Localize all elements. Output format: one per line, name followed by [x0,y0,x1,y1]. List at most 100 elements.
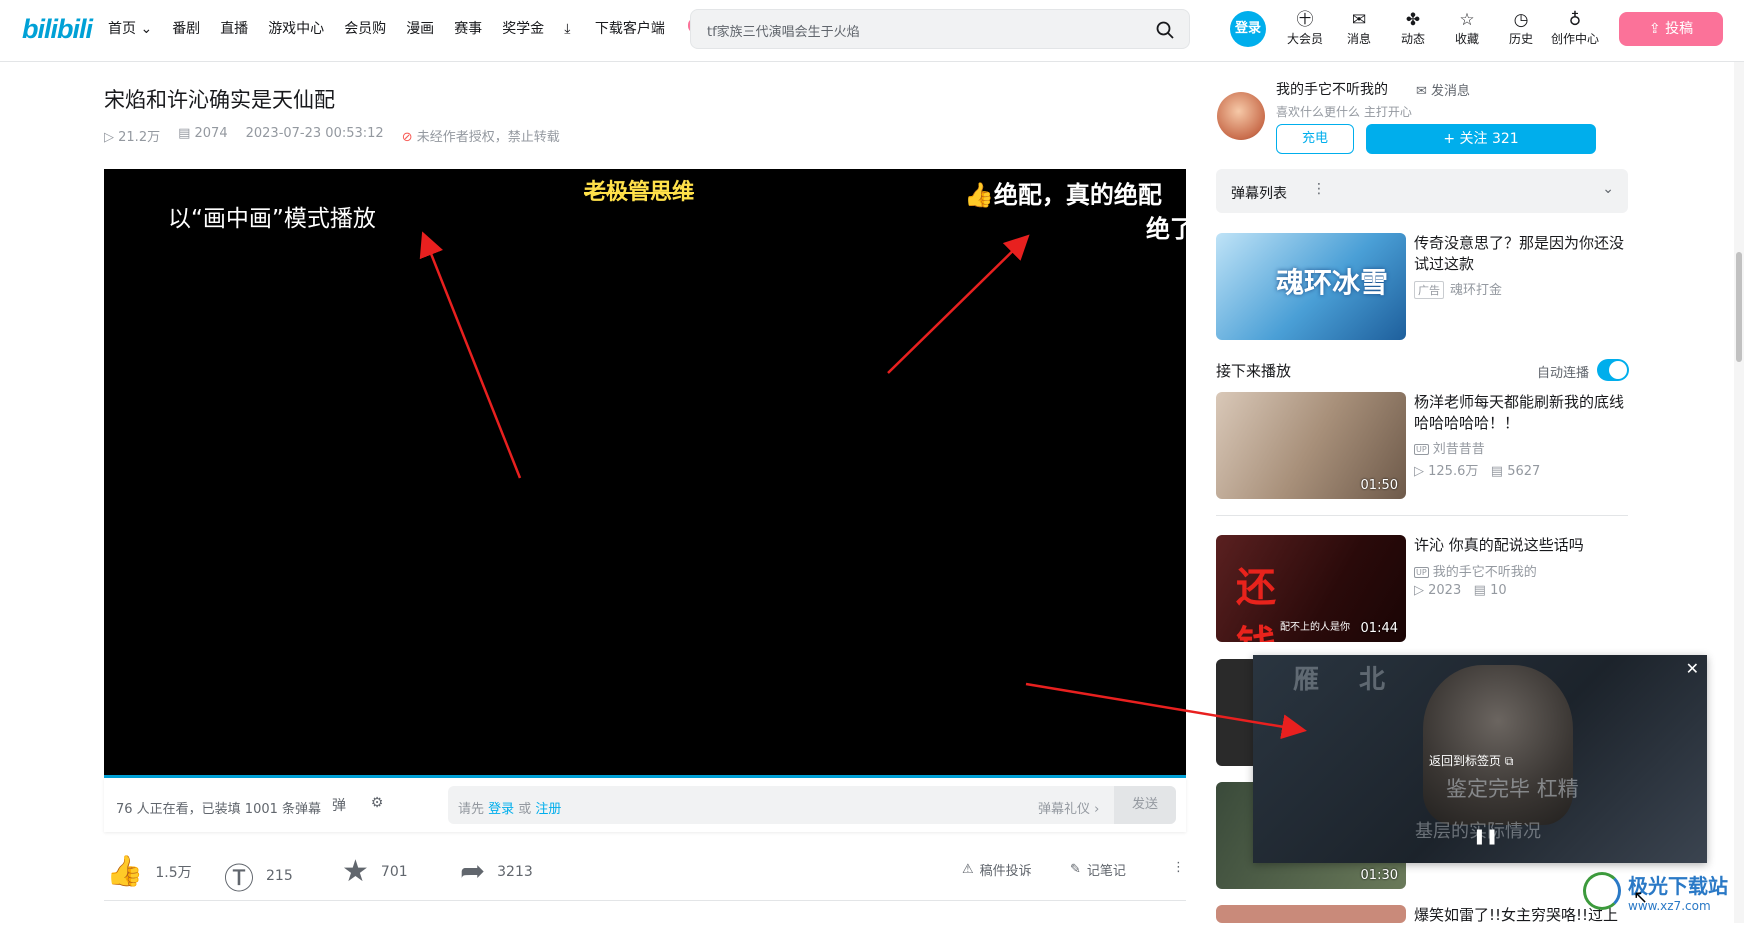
return-to-tab-button[interactable]: 返回到标签页 ⧉ [1429,752,1513,769]
nav-game[interactable]: 游戏中心 [268,18,324,38]
divider [1216,515,1628,516]
ad-card[interactable]: 魂环冰雪 传奇没意思了？那是因为你还没试过这款 广告 魂环打金 [1216,233,1628,340]
publish-date: 2023-07-23 00:53:12 [245,126,384,141]
danmaku-item: 老极管思维 [584,180,695,205]
list-item[interactable]: 还 钱 配不上的人是你 01:44 许沁 你真的配说这些话吗 UP我的手它不听我… [1216,535,1628,642]
nav-match[interactable]: 赛事 [454,18,482,38]
close-icon[interactable]: ✕ [1686,659,1699,678]
danmaku-count: ▤ 2074 [178,126,228,141]
share-button[interactable]: ➦ 3213 [460,854,533,889]
uploader-avatar[interactable] [1217,92,1265,140]
charge-button[interactable]: 充电 [1276,124,1354,154]
main-nav: 首页 ⌄ 番剧 直播 游戏中心 会员购 漫画 赛事 奖学金 ⤓ 下载客户端新 [108,18,743,38]
pause-icon[interactable]: ❚❚ [1473,827,1498,845]
search-box[interactable]: tf家族三代演唱会生于火焰 [690,9,1190,49]
video-player[interactable]: 以“画中画”模式播放 老极管思维 👍绝配，真的绝配 绝了 [104,169,1186,777]
note-button[interactable]: ✎ 记笔记 [1070,860,1126,879]
thumbs-up-icon: 👍 [106,854,144,889]
nav-manga[interactable]: 漫画 [406,18,434,38]
nav-shop[interactable]: 会员购 [344,18,386,38]
ad-title[interactable]: 传奇没意思了？那是因为你还没试过这款 [1414,233,1628,275]
view-count: ▷ 21.2万 [104,130,161,145]
history-button[interactable]: ◷ 历史 [1494,10,1548,47]
uploader-desc: 喜欢什么更什么 主打开心 [1276,105,1412,119]
video-thumbnail[interactable] [1216,905,1406,923]
danmaku-etiquette-link[interactable]: 弹幕礼仪 › [1038,798,1099,817]
danmaku-input[interactable]: 请先 登录 或 注册 弹幕礼仪 › 发送 [448,786,1176,824]
mouse-cursor-icon: ↖ [1633,887,1649,908]
top-navbar: bilibili 首页 ⌄ 番剧 直播 游戏中心 会员购 漫画 赛事 奖学金 ⤓… [0,0,1744,62]
ad-thumbnail[interactable]: 魂环冰雪 [1216,233,1406,340]
share-icon: ➦ [460,854,486,889]
message-icon: ✉ [1351,10,1367,30]
video-title-link[interactable]: 杨洋老师每天都能刷新我的底线哈哈哈哈哈！！ [1414,392,1628,434]
danmaku-send-bar: 76 人正在看，已装填 1001 条弹幕 弹 ⚙ 请先 登录 或 注册 弹幕礼仪… [104,778,1186,832]
nav-scholarship[interactable]: 奖学金 [502,18,544,38]
external-link-icon: ⧉ [1504,754,1514,768]
video-actions: 👍 1.5万 Ⓣ 215 ★ 701 ➦ 3213 ⚠ 稿件投诉 ✎ 记笔记 ⋮ [104,850,1186,897]
search-input[interactable]: tf家族三代演唱会生于火焰 [707,21,860,40]
login-button[interactable]: 登录 [1230,11,1266,47]
like-button[interactable]: 👍 1.5万 [106,854,192,889]
send-button[interactable]: 发送 [1114,786,1176,824]
more-icon[interactable]: ⋮ [1312,181,1326,197]
autoplay-toggle[interactable] [1597,359,1629,381]
login-link[interactable]: 登录 [488,802,514,817]
register-link[interactable]: 注册 [535,802,561,817]
creator-center-button[interactable]: ♁ 创作中心 [1548,10,1602,47]
nav-anime[interactable]: 番剧 [172,18,200,38]
autoplay-label: 自动连播 [1537,366,1590,381]
report-button[interactable]: ⚠ 稿件投诉 [962,860,1032,879]
uploader-link[interactable]: UP 刘昔昔昔 [1414,438,1485,457]
watching-info: 76 人正在看，已装填 1001 条弹幕 [116,802,322,817]
play-icon: ▷ [1414,583,1429,598]
download-icon: ⤓ [564,21,571,37]
vip-icon: ㊉ [1296,10,1314,30]
mail-icon: ✉ [1416,84,1432,99]
list-item[interactable]: 爆笑如雷了!!女主穷哭咯!!过上 [1216,905,1628,924]
danmaku-item: 👍绝配，真的绝配 [964,181,1162,209]
play-icon: ▷ [104,130,119,145]
dynamic-button[interactable]: ✤ 动态 [1386,10,1440,47]
danmaku-list-panel[interactable]: 弹幕列表 ⋮ ⌄ [1216,169,1628,213]
danmaku-icon: ▤ [1473,583,1491,598]
upload-button[interactable]: ⇪ 投稿 [1619,12,1723,46]
video-title-link[interactable]: 许沁 你真的配说这些话吗 [1414,535,1628,556]
video-meta: ▷ 21.2万 ▤ 2074 2023-07-23 00:53:12 ⊘ 未经作… [104,126,560,145]
mini-player[interactable]: 雁北 返回到标签页 ⧉ 鉴定完毕 杠精 基层的实际情况 ❚❚ ✕ [1253,655,1707,863]
star-icon: ☆ [1459,10,1475,30]
more-icon[interactable]: ⋮ [1172,860,1185,875]
video-stats: ▷ 125.6万 ▤ 5627 [1414,464,1541,479]
coin-button[interactable]: Ⓣ 215 [224,854,293,898]
duration: 01:50 [1360,478,1398,493]
list-item[interactable]: 01:50 杨洋老师每天都能刷新我的底线哈哈哈哈哈！！ UP 刘昔昔昔 ▷ 125… [1216,392,1628,499]
danmaku-toggle-icon[interactable]: 弹 [328,795,350,817]
up-icon: UP [1414,444,1429,455]
uploader-name[interactable]: 我的手它不听我的 [1276,79,1388,99]
uploader-link[interactable]: UP 我的手它不听我的 [1414,561,1537,580]
danmaku-icon: ▤ [1490,464,1508,479]
duration: 01:30 [1360,868,1398,883]
coin-icon: Ⓣ [224,862,254,897]
danmaku-settings-icon[interactable]: ⚙ [366,795,388,817]
nav-home[interactable]: 首页 ⌄ [108,18,152,38]
scrollbar[interactable] [1734,62,1744,923]
bilibili-logo[interactable]: bilibili [22,14,93,45]
warning-icon: ⚠ [962,862,974,877]
bulb-icon: ♁ [1568,10,1582,30]
send-message-button[interactable]: ✉ 发消息 [1416,80,1470,99]
vip-button[interactable]: ㊉大会员 [1278,10,1332,47]
nav-live[interactable]: 直播 [220,18,248,38]
play-icon: ▷ [1414,464,1429,479]
favorite-button[interactable]: ★ 701 [342,854,408,889]
message-button[interactable]: ✉ 消息 [1332,10,1386,47]
chevron-down-icon[interactable]: ⌄ [1602,181,1614,197]
video-thumbnail[interactable]: 01:50 [1216,392,1406,499]
video-thumbnail[interactable]: 还 钱 配不上的人是你 01:44 [1216,535,1406,642]
header-icons: ㊉大会员 ✉ 消息 ✤ 动态 ☆ 收藏 ◷ 历史 ♁ 创作中心 [1278,10,1602,47]
search-icon[interactable] [1155,20,1175,40]
divider [104,900,1186,901]
video-title: 宋焰和许沁确实是天仙配 [104,88,335,112]
follow-button[interactable]: + 关注 321 [1366,124,1596,154]
favorites-button[interactable]: ☆ 收藏 [1440,10,1494,47]
